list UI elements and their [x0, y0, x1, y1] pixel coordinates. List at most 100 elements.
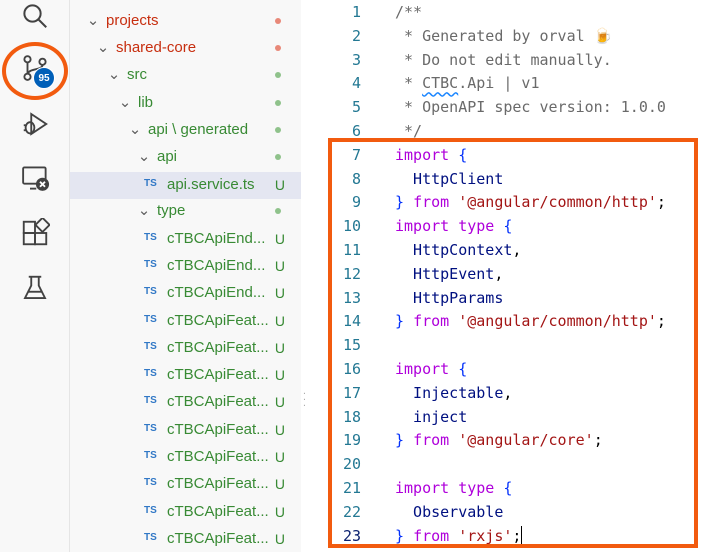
chevron-down-icon: ⌄ [86, 12, 100, 29]
code-text: * Do not edit manually. [395, 48, 612, 72]
untracked-status: U [274, 476, 285, 492]
typescript-file-icon: TS [144, 286, 157, 297]
tree-folder-lib[interactable]: ⌄ lib [70, 90, 301, 117]
testing-icon[interactable] [15, 268, 55, 308]
untracked-status: U [274, 394, 285, 410]
code-line[interactable]: 5 * OpenAPI spec version: 1.0.0 [309, 95, 705, 119]
code-text: * Generated by orval 🍺 [395, 24, 612, 48]
typescript-file-icon: TS [144, 477, 157, 488]
tree-file[interactable]: TS cTBCApiEnd... U [70, 226, 301, 253]
code-line[interactable]: 1 /** [309, 0, 705, 24]
untracked-status: U [274, 422, 285, 438]
tree-folder-src[interactable]: ⌄ src [70, 62, 301, 89]
tree-label: projects [106, 12, 159, 29]
tree-label: api.service.ts [167, 176, 255, 193]
untracked-dot [275, 208, 281, 214]
untracked-dot [275, 72, 281, 78]
tree-file[interactable]: TS cTBCApiFeat... U [70, 471, 301, 498]
untracked-status: U [274, 285, 285, 301]
line-number: 3 [351, 50, 361, 69]
tree-file[interactable]: TS cTBCApiFeat... U [70, 335, 301, 362]
chevron-down-icon: ⌄ [137, 148, 151, 165]
tree-file[interactable]: TS cTBCApiFeat... U [70, 444, 301, 471]
activity-bar: 95 [0, 0, 70, 552]
tree-label: lib [138, 94, 154, 111]
tree-label: shared-core [116, 39, 197, 56]
chevron-down-icon: ⌄ [118, 94, 132, 111]
line-number: 1 [351, 3, 361, 21]
tree-folder-shared-core[interactable]: ⌄ shared-core [70, 35, 301, 62]
untracked-status: U [274, 504, 285, 520]
tree-file[interactable]: TS cTBCApiFeat... U [70, 308, 301, 335]
tree-file[interactable]: TS cTBCApiFeat... U [70, 499, 301, 526]
tree-file[interactable]: TS cTBCApiFeat... U [70, 526, 301, 552]
sash-handle-icon[interactable]: · · · [302, 390, 307, 412]
typescript-file-icon: TS [144, 368, 157, 379]
search-icon[interactable] [15, 0, 55, 36]
tree-label: api [157, 148, 178, 165]
line-number: 2 [351, 26, 361, 45]
untracked-status: U [274, 449, 285, 465]
code-line[interactable]: 2 * Generated by orval 🍺 [309, 24, 705, 48]
line-number: 4 [351, 74, 361, 93]
tree-folder-api-generated[interactable]: ⌄ api \ generated [70, 117, 301, 144]
tree-label: cTBCApiFeat... [167, 475, 269, 492]
tree-file[interactable]: TS cTBCApiFeat... U [70, 389, 301, 416]
tree-label: cTBCApiFeat... [167, 421, 269, 438]
code-token: .Api | v1 [458, 74, 540, 93]
tree-label: cTBCApiFeat... [167, 339, 269, 356]
tree-folder-projects[interactable]: ⌄ projects [70, 8, 301, 35]
tree-label: cTBCApiEnd... [167, 257, 266, 274]
tree-file[interactable]: TS cTBCApiEnd... U [70, 253, 301, 280]
untracked-dot [275, 127, 281, 133]
scm-count-badge: 95 [33, 67, 55, 89]
code-line[interactable]: 4 * CTBC.Api | v1 [309, 71, 705, 95]
typescript-file-icon: TS [144, 532, 157, 543]
code-text: /** [395, 0, 422, 24]
code-text: * CTBC.Api | v1 [395, 71, 540, 95]
typescript-file-icon: TS [144, 259, 157, 270]
tree-file[interactable]: TS cTBCApiFeat... U [70, 417, 301, 444]
typescript-file-icon: TS [144, 178, 157, 189]
typescript-file-icon: TS [144, 505, 157, 516]
code-line[interactable]: 3 * Do not edit manually. [309, 48, 705, 72]
tree-folder-type[interactable]: ⌄ type [70, 198, 301, 225]
untracked-status: U [274, 340, 285, 356]
tree-label: cTBCApiFeat... [167, 530, 269, 547]
sidebar-splitter[interactable] [301, 0, 309, 552]
remote-explorer-icon[interactable] [15, 158, 55, 198]
extensions-icon[interactable] [15, 213, 55, 253]
tree-label: type [157, 202, 186, 219]
highlight-annotation-box [328, 138, 698, 548]
tree-label: cTBCApiFeat... [167, 366, 269, 383]
tree-label: api \ generated [148, 121, 249, 138]
code-token: * Do not edit manually. [395, 50, 612, 69]
code-token: /** [395, 3, 423, 21]
typescript-file-icon: TS [144, 314, 157, 325]
chevron-down-icon: ⌄ [137, 202, 151, 219]
typescript-file-icon: TS [144, 450, 157, 461]
run-debug-icon[interactable] [15, 104, 55, 144]
tree-file[interactable]: TS cTBCApiEnd... U [70, 280, 301, 307]
untracked-status: U [274, 177, 285, 193]
code-token: * [395, 74, 423, 93]
modified-dot [275, 18, 281, 24]
untracked-status: U [274, 313, 285, 329]
untracked-dot [275, 154, 281, 160]
tree-label: cTBCApiFeat... [167, 312, 269, 329]
tree-label: cTBCApiFeat... [167, 448, 269, 465]
tree-file[interactable]: TS cTBCApiFeat... U [70, 362, 301, 389]
tree-label: cTBCApiEnd... [167, 284, 266, 301]
tree-label: src [127, 66, 147, 83]
chevron-down-icon: ⌄ [128, 121, 142, 138]
code-token: * Generated by orval 🍺 [395, 26, 613, 45]
typescript-file-icon: TS [144, 395, 157, 406]
chevron-down-icon: ⌄ [107, 66, 121, 83]
tree-file-api-service[interactable]: TS api.service.ts U [70, 172, 301, 199]
code-text: * OpenAPI spec version: 1.0.0 [395, 95, 666, 119]
untracked-dot [275, 100, 281, 106]
typescript-file-icon: TS [144, 423, 157, 434]
code-token: CTBC [422, 74, 459, 93]
untracked-status: U [274, 231, 285, 247]
tree-folder-api[interactable]: ⌄ api [70, 144, 301, 171]
